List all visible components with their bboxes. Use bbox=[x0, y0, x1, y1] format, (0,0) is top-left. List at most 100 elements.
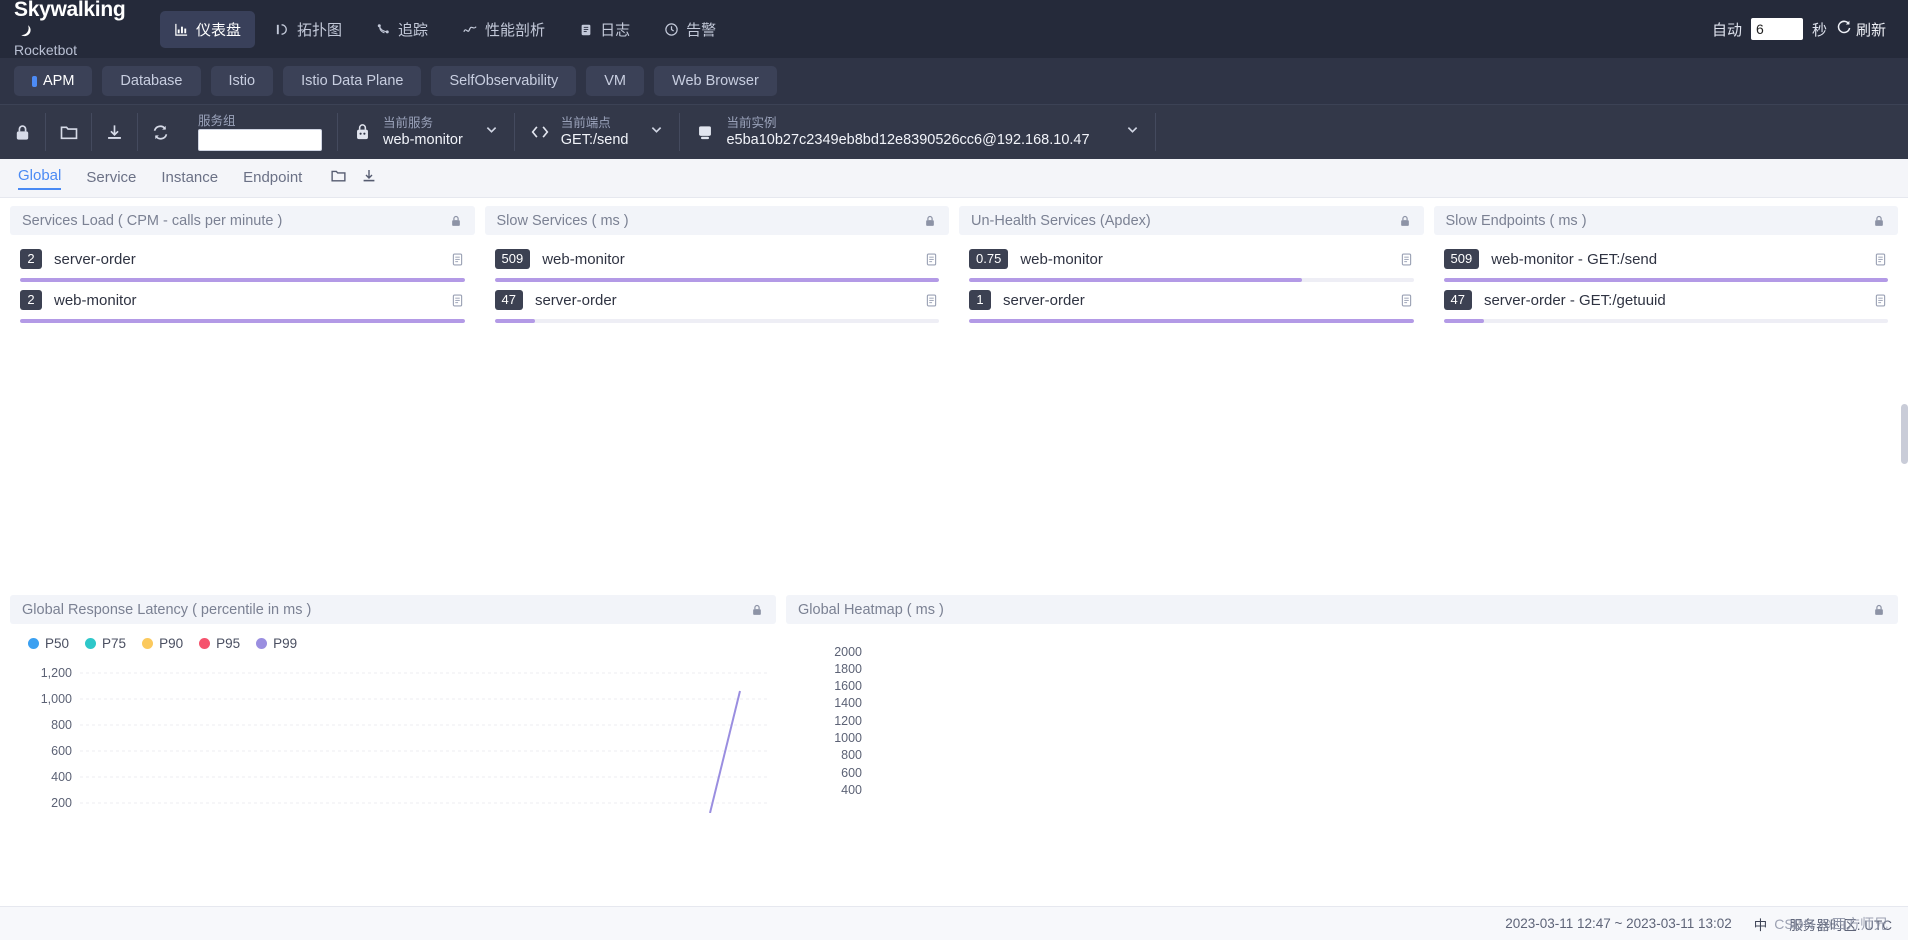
dashboard-tab-web-browser[interactable]: Web Browser bbox=[654, 66, 777, 96]
chart-header: Global Response Latency ( percentile in … bbox=[10, 595, 776, 624]
nav-item-trace[interactable]: 追踪 bbox=[362, 11, 442, 48]
dashboard-tab-istio[interactable]: Istio bbox=[210, 66, 274, 96]
legend-item-p50[interactable]: P50 bbox=[28, 636, 69, 651]
y-tick: 1000 bbox=[834, 731, 862, 745]
nav-item-label: 仪表盘 bbox=[196, 21, 242, 39]
copy-icon[interactable] bbox=[924, 252, 939, 267]
copy-icon[interactable] bbox=[924, 293, 939, 308]
current-endpoint-label: 当前端点 bbox=[560, 115, 611, 130]
sub-tab-service[interactable]: Service bbox=[86, 169, 136, 188]
nav-item-dashboard[interactable]: 仪表盘 bbox=[160, 10, 256, 48]
dashboard-tab-vm[interactable]: VM bbox=[586, 66, 645, 96]
copy-icon[interactable] bbox=[450, 293, 465, 308]
card-title: Slow Endpoints ( ms ) bbox=[1445, 212, 1587, 229]
auto-label: 自动 bbox=[1711, 21, 1742, 39]
list-item[interactable]: 2 web-monitor bbox=[20, 282, 465, 323]
chevron-down-icon[interactable] bbox=[484, 122, 499, 142]
nav-item-label: 追踪 bbox=[398, 21, 429, 39]
chevron-down-icon[interactable] bbox=[1125, 122, 1140, 142]
card-header: Services Load ( CPM - calls per minute ) bbox=[10, 206, 475, 235]
metric-name: server-order bbox=[534, 291, 617, 309]
y-tick: 1200 bbox=[834, 714, 862, 728]
card-header: Slow Services ( ms ) bbox=[484, 206, 949, 235]
card-header: Un-Health Services (Apdex) bbox=[959, 206, 1424, 235]
brand-subtitle: Rocketbot bbox=[14, 42, 78, 58]
sub-tab-endpoint[interactable]: Endpoint bbox=[243, 169, 302, 188]
dashboard-tab-apm[interactable]: APM bbox=[14, 66, 93, 96]
copy-icon[interactable] bbox=[450, 252, 465, 267]
auto-refresh-interval-input[interactable] bbox=[1750, 18, 1803, 40]
nav-item-log[interactable]: 日志 bbox=[565, 11, 644, 48]
list-item[interactable]: 47 server-order - GET:/getuuid bbox=[1443, 282, 1888, 323]
metric-value-badge: 1 bbox=[969, 290, 991, 310]
skywalking-dashboard-page: Skywalking Rocketbot 仪表盘 拓扑图 追踪 性能剖析 日志 … bbox=[0, 0, 1908, 940]
folder-icon[interactable] bbox=[46, 105, 91, 159]
log-clipboard-icon bbox=[579, 22, 593, 37]
card-title: Slow Services ( ms ) bbox=[496, 212, 629, 229]
legend-swatch bbox=[256, 638, 268, 649]
list-item[interactable]: 1 server-order bbox=[969, 282, 1414, 323]
seconds-label: 秒 bbox=[1811, 21, 1827, 39]
y-tick: 200 bbox=[51, 796, 72, 810]
card-rows: 509 web-monitor - GET:/send 47 server-or… bbox=[1434, 235, 1899, 323]
copy-icon[interactable] bbox=[1399, 252, 1414, 267]
legend-item-p99[interactable]: P99 bbox=[256, 636, 297, 651]
instance-server-icon bbox=[695, 123, 715, 142]
copy-icon[interactable] bbox=[1873, 293, 1888, 308]
card-title: Services Load ( CPM - calls per minute ) bbox=[22, 212, 283, 229]
nav-item-profiling[interactable]: 性能剖析 bbox=[448, 11, 559, 48]
vertical-scrollbar[interactable] bbox=[1901, 404, 1908, 464]
list-item[interactable]: 509 web-monitor bbox=[494, 241, 939, 282]
metric-bar-track bbox=[1443, 319, 1888, 323]
copy-icon[interactable] bbox=[1873, 252, 1888, 267]
metric-name: server-order - GET:/getuuid bbox=[1483, 291, 1666, 309]
dashboard-tab-selfobservability[interactable]: SelfObservability bbox=[431, 66, 577, 96]
time-range-label[interactable]: 2023-03-11 12:47 ~ 2023-03-11 13:02 bbox=[1505, 916, 1732, 931]
sub-tab-instance[interactable]: Instance bbox=[161, 169, 218, 188]
legend-item-p95[interactable]: P95 bbox=[199, 636, 240, 651]
service-group-input[interactable] bbox=[198, 128, 322, 151]
list-item[interactable]: 2 server-order bbox=[20, 241, 465, 282]
lock-icon[interactable] bbox=[1398, 214, 1412, 228]
legend-item-p75[interactable]: P75 bbox=[85, 636, 126, 651]
y-tick: 2000 bbox=[834, 645, 862, 659]
refresh-button[interactable]: 刷新 bbox=[1836, 19, 1886, 40]
dashboard-tab-database[interactable]: Database bbox=[102, 66, 201, 96]
legend-swatch bbox=[85, 638, 97, 649]
current-endpoint-selector[interactable]: 当前端点 GET:/send bbox=[515, 105, 680, 159]
sub-tab-global[interactable]: Global bbox=[18, 167, 62, 190]
lock-icon[interactable] bbox=[923, 214, 937, 228]
card-slow-services: Slow Services ( ms ) 509 web-monitor 47 … bbox=[484, 206, 949, 323]
list-item[interactable]: 0.75 web-monitor bbox=[969, 241, 1414, 282]
nav-item-topology[interactable]: 拓扑图 bbox=[261, 11, 356, 48]
lock-icon[interactable] bbox=[0, 105, 45, 159]
lock-icon[interactable] bbox=[1872, 603, 1886, 617]
topology-icon bbox=[275, 22, 290, 37]
list-item[interactable]: 47 server-order bbox=[494, 282, 939, 323]
metric-value-badge: 47 bbox=[494, 290, 523, 310]
metric-bar-fill bbox=[20, 319, 465, 323]
lock-icon[interactable] bbox=[1872, 214, 1886, 228]
service-group-field[interactable]: 服务组 bbox=[183, 105, 337, 159]
legend-item-p90[interactable]: P90 bbox=[142, 636, 183, 651]
list-item[interactable]: 509 web-monitor - GET:/send bbox=[1443, 241, 1888, 282]
nav-item-alarm[interactable]: 告警 bbox=[650, 11, 730, 48]
dashboard-tab-istio-data-plane[interactable]: Istio Data Plane bbox=[283, 66, 422, 96]
copy-icon[interactable] bbox=[1399, 293, 1414, 308]
sync-refresh-icon[interactable] bbox=[138, 105, 183, 159]
folder-icon[interactable] bbox=[330, 167, 347, 189]
current-instance-selector[interactable]: 当前实例 e5ba10b27c2349eb8bd12e8390526cc6@19… bbox=[680, 105, 1154, 159]
language-toggle[interactable]: 中 bbox=[1754, 914, 1768, 934]
chevron-down-icon[interactable] bbox=[649, 122, 664, 142]
lock-icon[interactable] bbox=[449, 214, 463, 228]
y-tick: 600 bbox=[841, 766, 862, 780]
watermark: CSDN @西方师兄 bbox=[1774, 916, 1888, 932]
brand-logo[interactable]: Skywalking Rocketbot bbox=[14, 0, 142, 59]
lock-icon[interactable] bbox=[750, 603, 764, 617]
nav-item-label: 告警 bbox=[686, 21, 717, 39]
download-icon[interactable] bbox=[361, 168, 377, 189]
metric-value-badge: 47 bbox=[1443, 290, 1472, 310]
current-service-value: web-monitor bbox=[383, 131, 463, 148]
download-icon[interactable] bbox=[92, 105, 137, 159]
current-service-selector[interactable]: 当前服务 web-monitor bbox=[338, 105, 514, 159]
